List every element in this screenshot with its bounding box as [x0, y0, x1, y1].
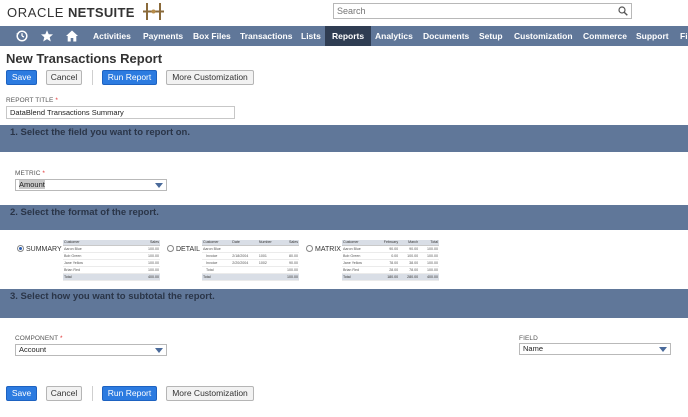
star-favorites-icon[interactable] — [40, 29, 54, 43]
required-marker: * — [59, 335, 63, 342]
nav-lists[interactable]: Lists — [301, 26, 321, 46]
top-header: ORACLE NETSUITE — [0, 0, 688, 24]
field-value: Name — [523, 344, 544, 353]
detail-label: DETAIL — [176, 246, 200, 253]
matrix-preview-table: Customer February March Total Aaron Blue 90.… — [342, 240, 439, 281]
metric-label: METRIC * — [15, 170, 46, 177]
save-button-top[interactable]: Save — [6, 70, 37, 85]
component-value: Account — [19, 345, 47, 354]
field-select[interactable]: Name — [519, 343, 671, 355]
search-icon[interactable] — [618, 6, 628, 16]
nav-transactions[interactable]: Transactions — [240, 26, 292, 46]
detail-preview-table: Customer Date Number Sales Aaron Blue Invoi… — [202, 240, 299, 281]
cancel-button-bottom[interactable]: Cancel — [46, 386, 82, 401]
chevron-down-icon — [155, 183, 163, 188]
nav-reports[interactable]: Reports — [325, 26, 372, 46]
recent-history-icon[interactable] — [15, 29, 29, 43]
oracle-netsuite-logo[interactable]: ORACLE NETSUITE — [7, 5, 135, 20]
cancel-button-top[interactable]: Cancel — [46, 70, 82, 85]
main-nav: Activities Payments Box Files Transactio… — [0, 26, 688, 46]
metric-select[interactable]: Amount — [15, 179, 167, 191]
summary-label: SUMMARY — [26, 246, 62, 253]
run-report-button-top[interactable]: Run Report — [102, 70, 157, 85]
section-field-header: 1. Select the field you want to report o… — [0, 125, 688, 152]
page-title: New Transactions Report — [6, 51, 163, 66]
nav-box-files[interactable]: Box Files — [193, 26, 231, 46]
nav-setup[interactable]: Setup — [479, 26, 503, 46]
nav-support[interactable]: Support — [636, 26, 669, 46]
save-button-bottom[interactable]: Save — [6, 386, 37, 401]
format-detail-option[interactable]: DETAIL — [167, 245, 200, 253]
chevron-down-icon — [155, 348, 163, 353]
more-customization-button-top[interactable]: More Customization — [166, 70, 254, 85]
nav-customization[interactable]: Customization — [514, 26, 573, 46]
report-title-input[interactable]: DataBlend Transactions Summary — [6, 106, 235, 119]
nav-analytics[interactable]: Analytics — [375, 26, 413, 46]
nav-documents[interactable]: Documents — [423, 26, 469, 46]
more-customization-button-bottom[interactable]: More Customization — [166, 386, 254, 401]
summary-preview-table: Customer Sales Aaron Blue 100.00 Bob Green… — [63, 240, 160, 281]
section-subtotal-header: 3. Select how you want to subtotal the r… — [0, 289, 688, 318]
company-logo-icon[interactable] — [141, 2, 167, 21]
nav-activities[interactable]: Activities — [93, 26, 131, 46]
required-marker: * — [55, 97, 58, 104]
required-marker: * — [42, 170, 46, 177]
nav-payments[interactable]: Payments — [143, 26, 183, 46]
toolbar-divider — [92, 386, 93, 401]
detail-radio[interactable] — [167, 245, 174, 252]
global-search[interactable] — [333, 3, 632, 19]
chevron-down-icon — [659, 347, 667, 352]
search-input[interactable] — [334, 4, 609, 18]
summary-radio[interactable] — [17, 245, 24, 252]
format-matrix-option[interactable]: MATRIX — [306, 245, 341, 253]
metric-value: Amount — [19, 180, 45, 189]
section-format-header: 2. Select the format of the report. — [0, 205, 688, 230]
run-report-button-bottom[interactable]: Run Report — [102, 386, 157, 401]
matrix-label: MATRIX — [315, 246, 341, 253]
matrix-radio[interactable] — [306, 245, 313, 252]
field-label: FIELD — [519, 335, 538, 342]
toolbar-divider — [92, 70, 93, 85]
component-label: COMPONENT * — [15, 335, 63, 342]
home-icon[interactable] — [65, 29, 79, 43]
format-summary-option[interactable]: SUMMARY — [17, 245, 62, 253]
nav-more-truncated[interactable]: Fi — [680, 26, 688, 46]
nav-commerce[interactable]: Commerce — [583, 26, 627, 46]
report-title-label: REPORT TITLE * — [6, 97, 58, 104]
component-select[interactable]: Account — [15, 344, 167, 356]
